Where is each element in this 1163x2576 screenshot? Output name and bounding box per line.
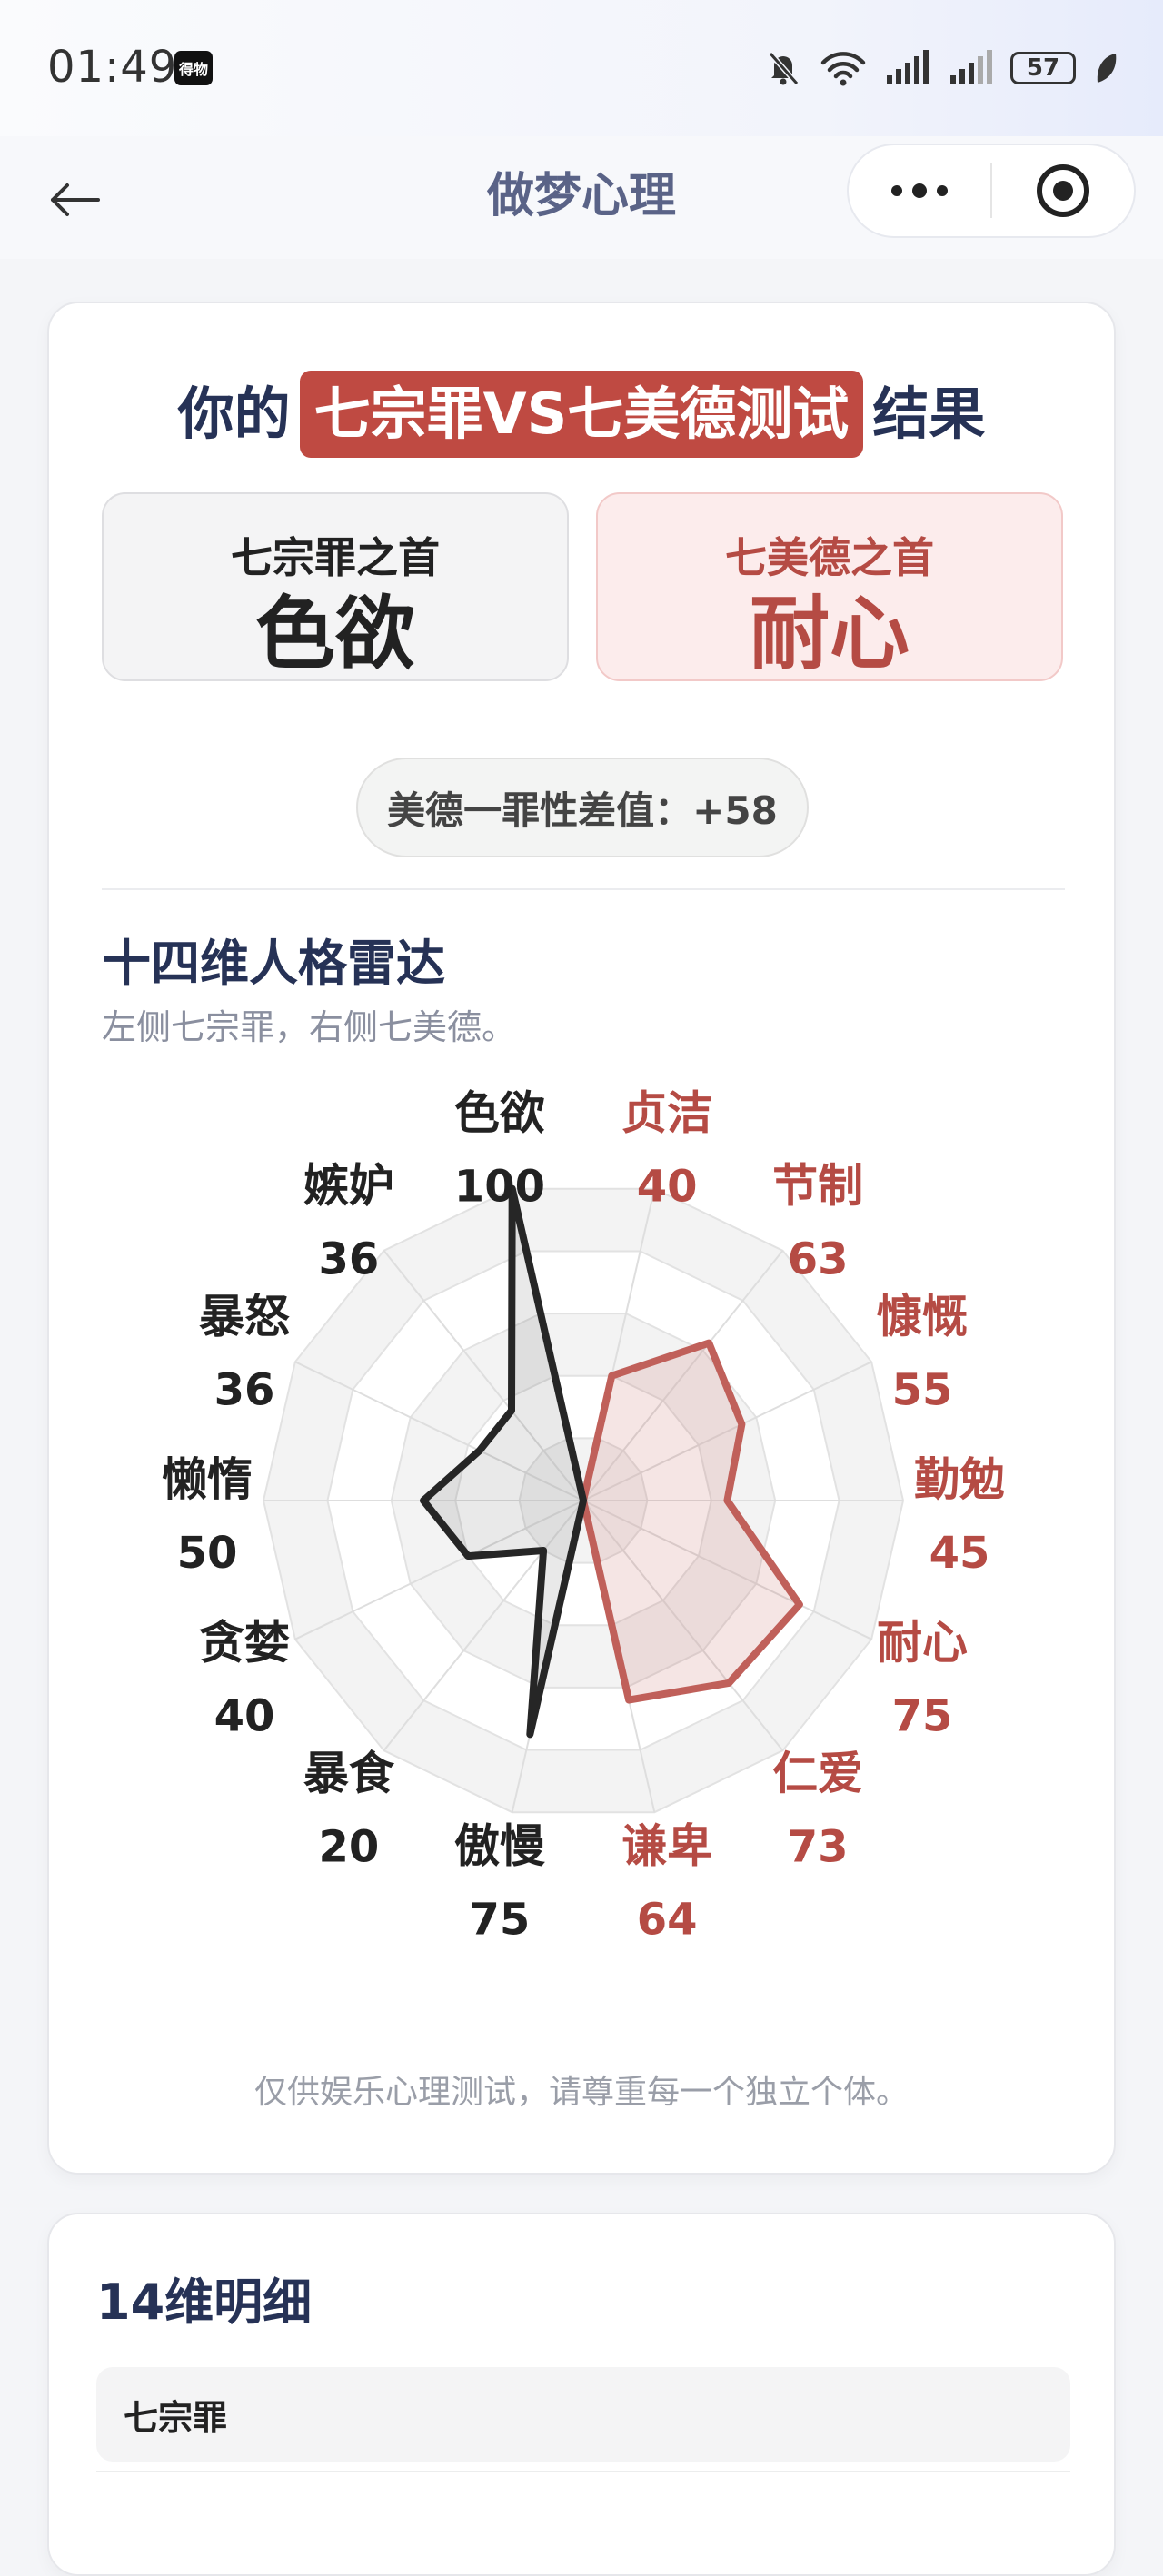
radar-axis-label: 贞洁 <box>621 1086 712 1139</box>
wifi-icon <box>820 52 866 86</box>
radar-axis-label: 暴食 <box>303 1748 395 1800</box>
status-time: 01:49 <box>47 42 178 93</box>
radar-axis-value: 20 <box>319 1822 380 1873</box>
top-sin-box: 七宗罪之首 色欲 <box>102 492 569 681</box>
radar-axis-value: 50 <box>177 1528 238 1579</box>
top-sin-value: 色欲 <box>254 587 415 680</box>
radar-axis-value: 36 <box>319 1234 380 1284</box>
section-divider <box>102 888 1065 890</box>
signal-icon <box>887 50 929 84</box>
result-title-prefix: 你的 <box>177 381 291 447</box>
disclaimer-text: 仅供娱乐心理测试，请尊重每一个独立个体。 <box>253 2074 909 2111</box>
battery-icon: 57 <box>1010 52 1076 84</box>
details-card: 14维明细 七宗罪 <box>47 2213 1116 2576</box>
radar-axis-value: 55 <box>892 1364 953 1415</box>
radar-axis-value: 75 <box>470 1895 531 1946</box>
details-title: 14维明细 <box>96 2274 313 2331</box>
mini-program-capsule <box>847 144 1136 238</box>
radar-axis-value: 36 <box>214 1364 275 1415</box>
difference-badge: 美德一罪性差值：+58 <box>356 758 809 857</box>
radar-axis-value: 75 <box>892 1691 953 1742</box>
radar-axis-label: 节制 <box>772 1159 863 1212</box>
radar-axis-label: 仁爱 <box>772 1748 863 1800</box>
sin-group-header: 七宗罪 <box>96 2367 1070 2462</box>
top-virtue-box: 七美德之首 耐心 <box>596 492 1063 681</box>
result-card: 你的 七宗罪VS七美德测试 结果 七宗罪之首 色欲 七美德之首 耐心 美德一罪性差值… <box>47 302 1116 2175</box>
nav-bar: 做梦心理 <box>0 136 1163 259</box>
radar-section-title: 十四维人格雷达 <box>102 935 445 992</box>
radar-axis-label: 傲慢 <box>454 1820 545 1873</box>
radar-axis-label: 慷慨 <box>877 1290 968 1342</box>
signal-icon-2 <box>950 50 992 84</box>
radar-axis-value: 64 <box>637 1895 698 1946</box>
result-title: 你的 七宗罪VS七美德测试 结果 <box>49 369 1114 460</box>
radar-axis-value: 40 <box>637 1161 698 1212</box>
more-dots-icon <box>891 183 948 198</box>
radar-axis-label: 耐心 <box>877 1617 968 1669</box>
top-sin-label: 七宗罪之首 <box>231 533 440 582</box>
radar-axis-label: 暴怒 <box>199 1290 290 1342</box>
top-virtue-value: 耐心 <box>749 587 910 680</box>
radar-axis-label: 勤勉 <box>914 1453 1005 1506</box>
top-virtue-label: 七美德之首 <box>725 533 934 582</box>
radar-axis-label: 嫉妒 <box>303 1159 394 1212</box>
target-close-icon <box>1036 164 1089 217</box>
status-icons: 57 <box>763 45 1119 91</box>
status-bar: 01:49 得物 57 <box>0 0 1163 136</box>
radar-axis-value: 63 <box>788 1234 849 1284</box>
radar-axis-label: 懒惰 <box>162 1453 253 1506</box>
radar-axis-value: 40 <box>214 1691 275 1742</box>
radar-axis-label: 谦卑 <box>621 1820 712 1873</box>
radar-axis-value: 45 <box>929 1528 990 1579</box>
close-button[interactable] <box>992 145 1134 236</box>
radar-axis-value: 100 <box>454 1161 545 1212</box>
result-title-highlight: 七宗罪VS七美德测试 <box>299 371 864 458</box>
radar-axis-label: 色欲 <box>454 1086 545 1139</box>
radar-chart: 贞洁 40 节制 63 慷慨 55 勤勉 45 耐心 75 仁爱 73 谦卑 64 傲慢 75 暴食 20 贪婪 40… <box>162 1086 1005 1946</box>
radar-axis-label: 贪婪 <box>199 1617 290 1669</box>
radar-axis-value: 73 <box>788 1822 849 1873</box>
mute-bell-icon <box>768 52 800 85</box>
result-title-suffix: 结果 <box>872 381 986 447</box>
radar-section-subtitle: 左侧七宗罪，右侧七美德。 <box>102 1007 517 1047</box>
more-button[interactable] <box>849 145 990 236</box>
app-badge-icon: 得物 <box>174 51 213 85</box>
leaf-icon <box>1097 54 1117 83</box>
sin-group-divider <box>96 2471 1070 2472</box>
